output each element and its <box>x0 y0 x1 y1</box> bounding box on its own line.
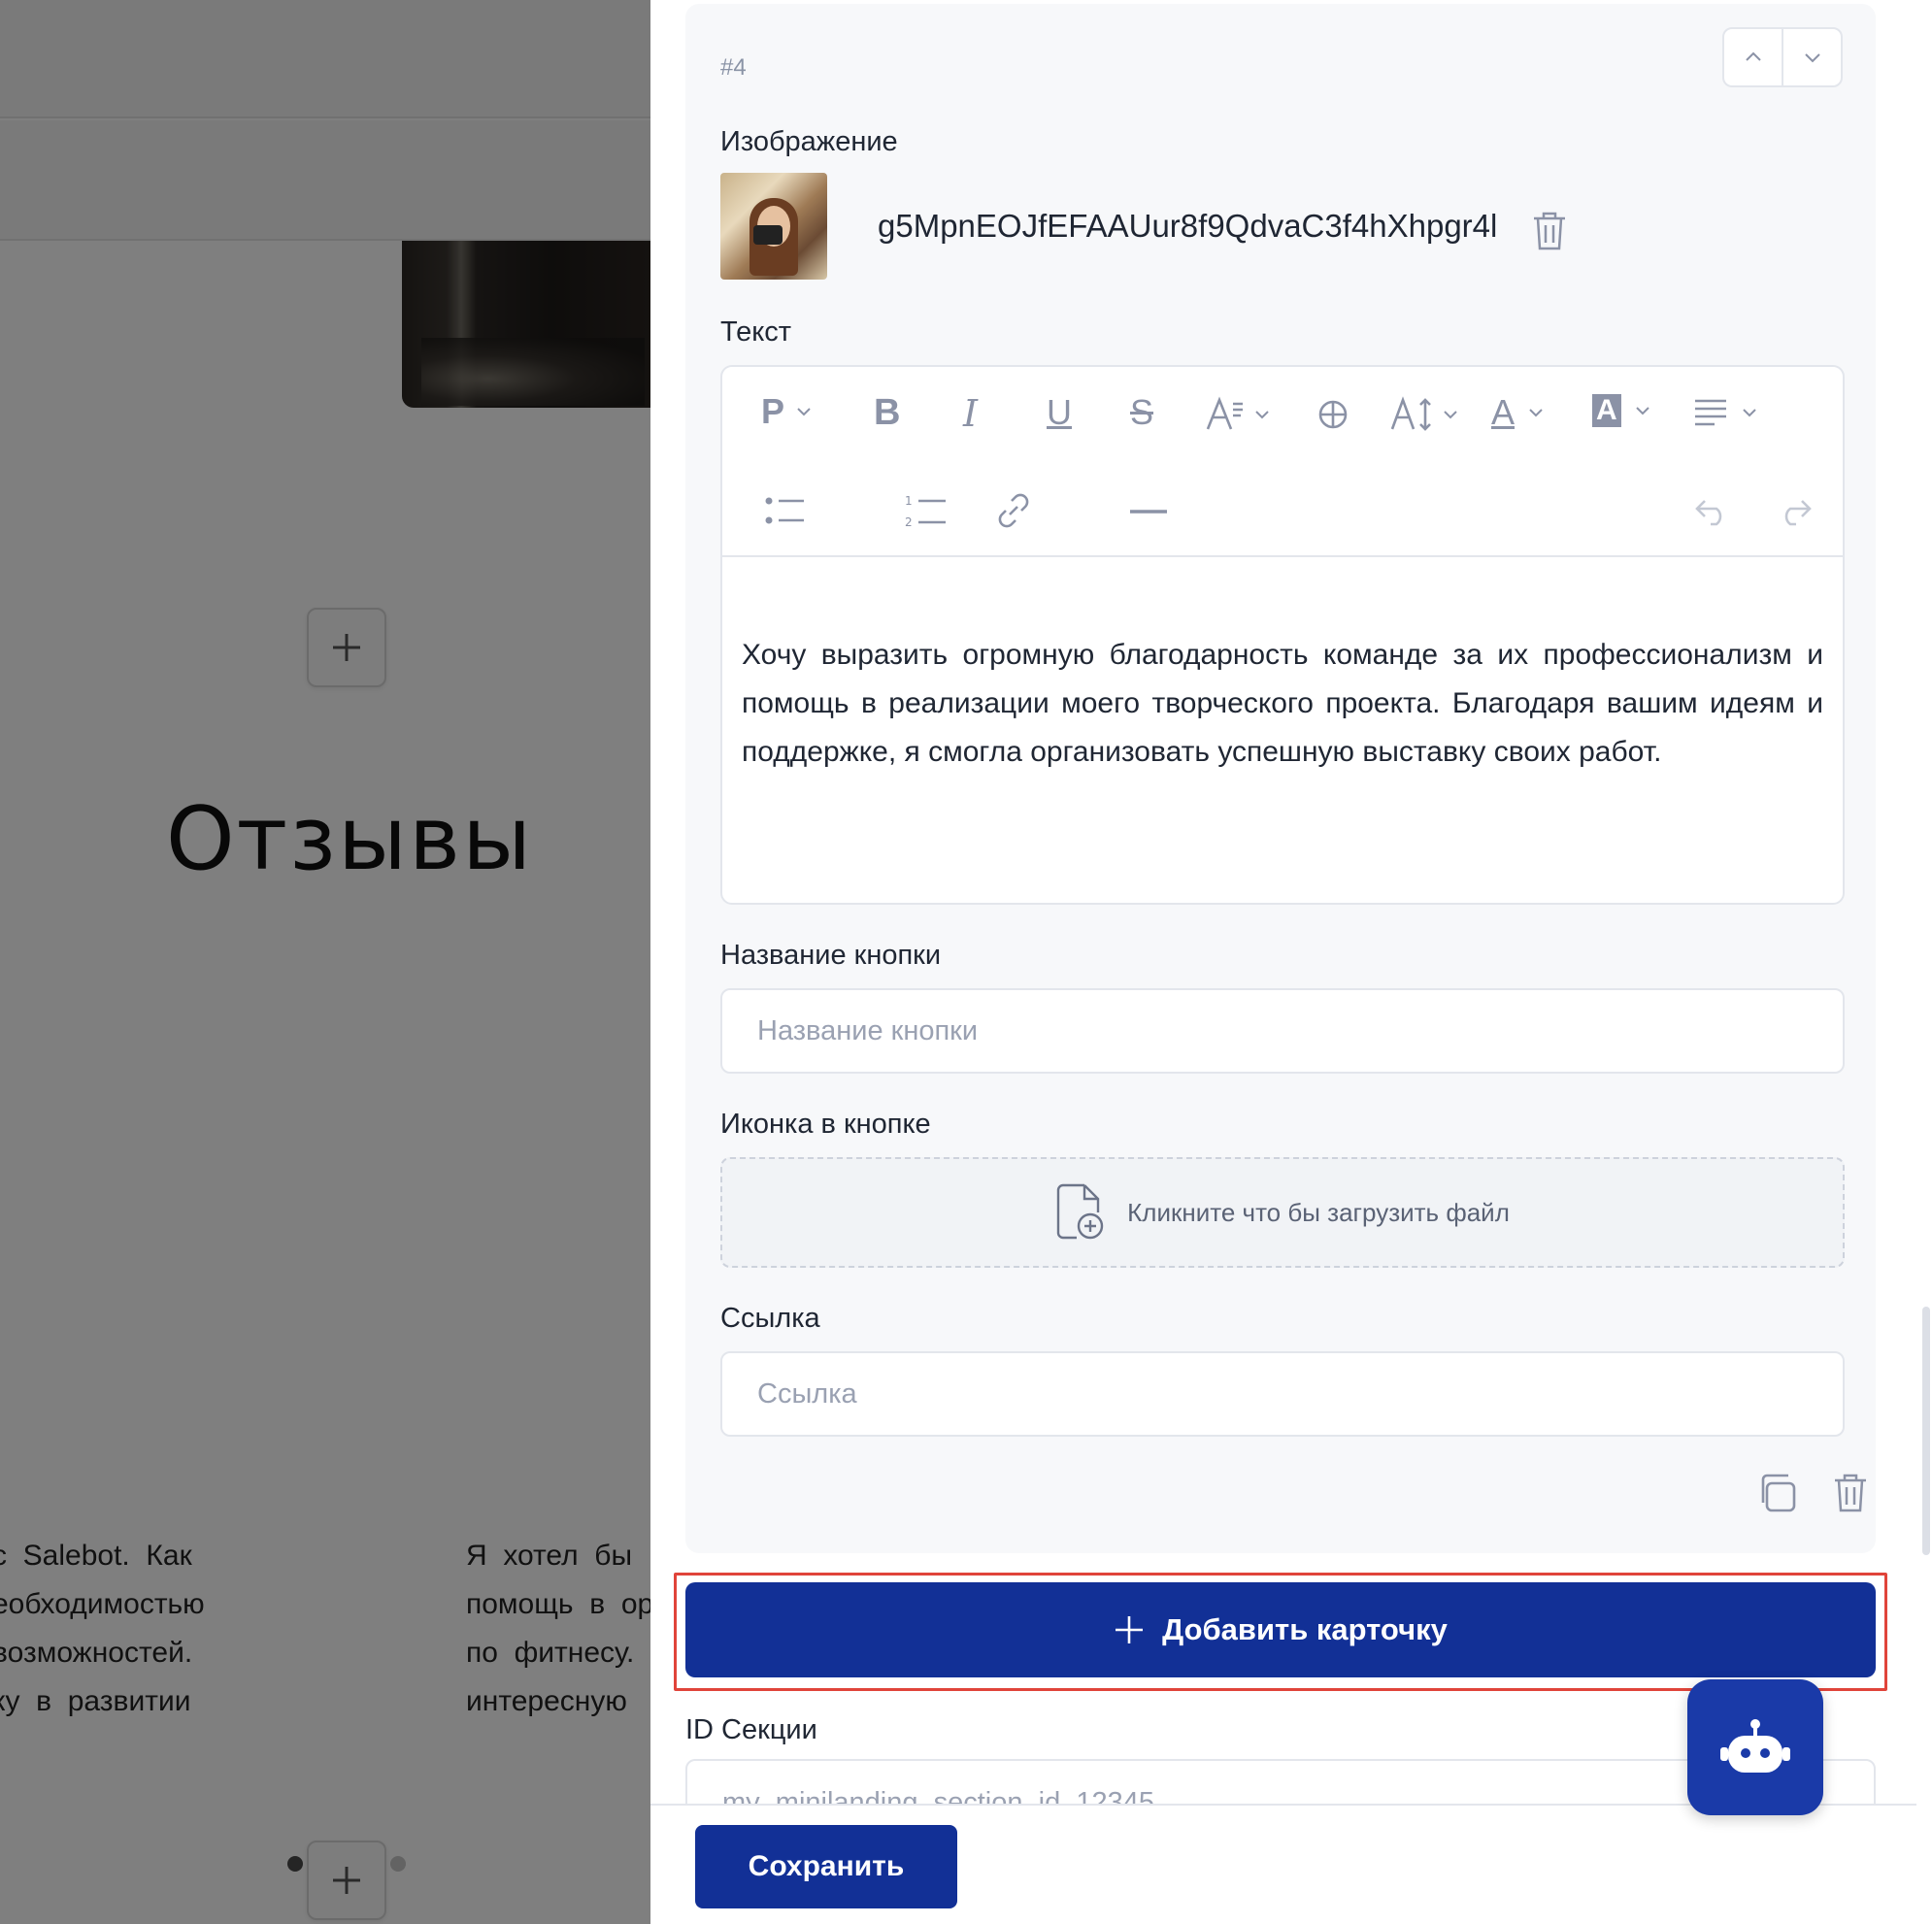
strikethrough-button[interactable]: S <box>1130 392 1153 433</box>
file-add-icon <box>1056 1183 1104 1240</box>
text-label: Текст <box>720 316 792 348</box>
reorder-controls <box>1722 27 1843 87</box>
link-input[interactable] <box>720 1351 1845 1437</box>
line-height-dropdown[interactable] <box>1390 396 1460 433</box>
text-color-dropdown[interactable]: A <box>1491 392 1546 433</box>
undo-button[interactable] <box>1693 497 1730 526</box>
page-preview: Отзывы c Salebot. Как еобходимостью возм… <box>0 0 650 1924</box>
editor-content[interactable]: Хочу выразить огромную благодарность ком… <box>742 631 1823 777</box>
underline-button[interactable]: U <box>1047 392 1072 433</box>
button-icon-label: Иконка в кнопке <box>720 1109 931 1140</box>
scrollbar-thumb[interactable] <box>1922 1307 1930 1555</box>
insert-link-button[interactable] <box>996 491 1031 530</box>
font-size-icon <box>1206 396 1243 430</box>
chat-bot-button[interactable] <box>1687 1679 1823 1815</box>
paragraph-format-dropdown[interactable]: P <box>761 391 814 431</box>
redo-icon <box>1784 500 1812 526</box>
image-filename: g5MpnEOJfEFAAUur8f9QdvaC3f4hXhpgr4l <box>878 208 1498 244</box>
save-button[interactable]: Сохранить <box>695 1825 957 1908</box>
special-chars-button[interactable] <box>1316 398 1349 431</box>
icon-upload-dropzone[interactable]: Кликните что бы загрузить файл <box>720 1157 1845 1268</box>
align-dropdown[interactable] <box>1693 398 1759 427</box>
globe-icon <box>1318 400 1348 429</box>
add-card-label: Добавить карточку <box>1162 1612 1448 1646</box>
bold-button[interactable]: B <box>874 392 900 434</box>
chevron-down-icon <box>1804 53 1820 63</box>
bullet-list-icon <box>765 497 804 524</box>
link-icon <box>998 493 1029 528</box>
robot-icon <box>1720 1719 1790 1773</box>
undo-icon <box>1695 500 1722 526</box>
bullet-list-button[interactable] <box>765 495 806 526</box>
link-label: Ссылка <box>720 1303 820 1334</box>
scrollbar[interactable] <box>1920 0 1932 1806</box>
chevron-down-icon <box>1444 411 1457 419</box>
move-up-button[interactable] <box>1724 29 1782 85</box>
background-color-dropdown[interactable]: A <box>1592 394 1652 427</box>
rich-text-editor[interactable]: P B I U S A A 1 2 Хочу выразить огромную… <box>720 365 1845 905</box>
chevron-up-icon <box>1745 51 1761 61</box>
chevron-down-icon <box>1529 409 1543 417</box>
chevron-down-icon <box>1255 411 1269 419</box>
plus-icon <box>1116 1616 1144 1643</box>
svg-text:1: 1 <box>905 494 913 508</box>
horizontal-line-icon <box>1130 510 1167 514</box>
svg-text:2: 2 <box>905 515 913 528</box>
numbered-list-icon: 12 <box>905 494 946 528</box>
font-size-dropdown[interactable] <box>1206 396 1272 433</box>
duplicate-card-icon[interactable] <box>1755 1472 1798 1514</box>
button-name-label: Название кнопки <box>720 940 942 971</box>
upload-hint: Кликните что бы загрузить файл <box>1127 1197 1510 1227</box>
align-justify-icon <box>1695 399 1726 426</box>
redo-button[interactable] <box>1777 497 1814 526</box>
image-label: Изображение <box>720 126 898 157</box>
card-number: #4 <box>720 54 747 81</box>
button-name-input[interactable] <box>720 988 1845 1074</box>
italic-button[interactable]: I <box>963 392 978 435</box>
delete-card-icon[interactable] <box>1831 1472 1870 1514</box>
chevron-down-icon <box>1743 409 1756 417</box>
review-card-editor: #4 Изображение g5MpnEOJfEFAAUur8f9QdvaC3… <box>685 4 1876 1553</box>
panel-footer: Сохранить <box>650 1804 1916 1924</box>
chevron-down-icon <box>797 408 811 416</box>
add-card-button[interactable]: Добавить карточку <box>685 1582 1876 1677</box>
horizontal-rule-button[interactable] <box>1130 509 1167 514</box>
image-thumbnail[interactable] <box>720 173 827 280</box>
modal-backdrop[interactable] <box>0 0 650 1924</box>
section-id-label: ID Секции <box>685 1714 817 1745</box>
delete-image-icon[interactable] <box>1530 210 1569 252</box>
move-down-button[interactable] <box>1782 29 1841 85</box>
edit-panel: #4 Изображение g5MpnEOJfEFAAUur8f9QdvaC3… <box>650 0 1932 1924</box>
numbered-list-button[interactable]: 12 <box>905 493 948 528</box>
line-height-icon <box>1390 396 1431 431</box>
editor-toolbar: P B I U S A A 1 2 <box>722 367 1843 557</box>
chevron-down-icon <box>1635 407 1649 415</box>
